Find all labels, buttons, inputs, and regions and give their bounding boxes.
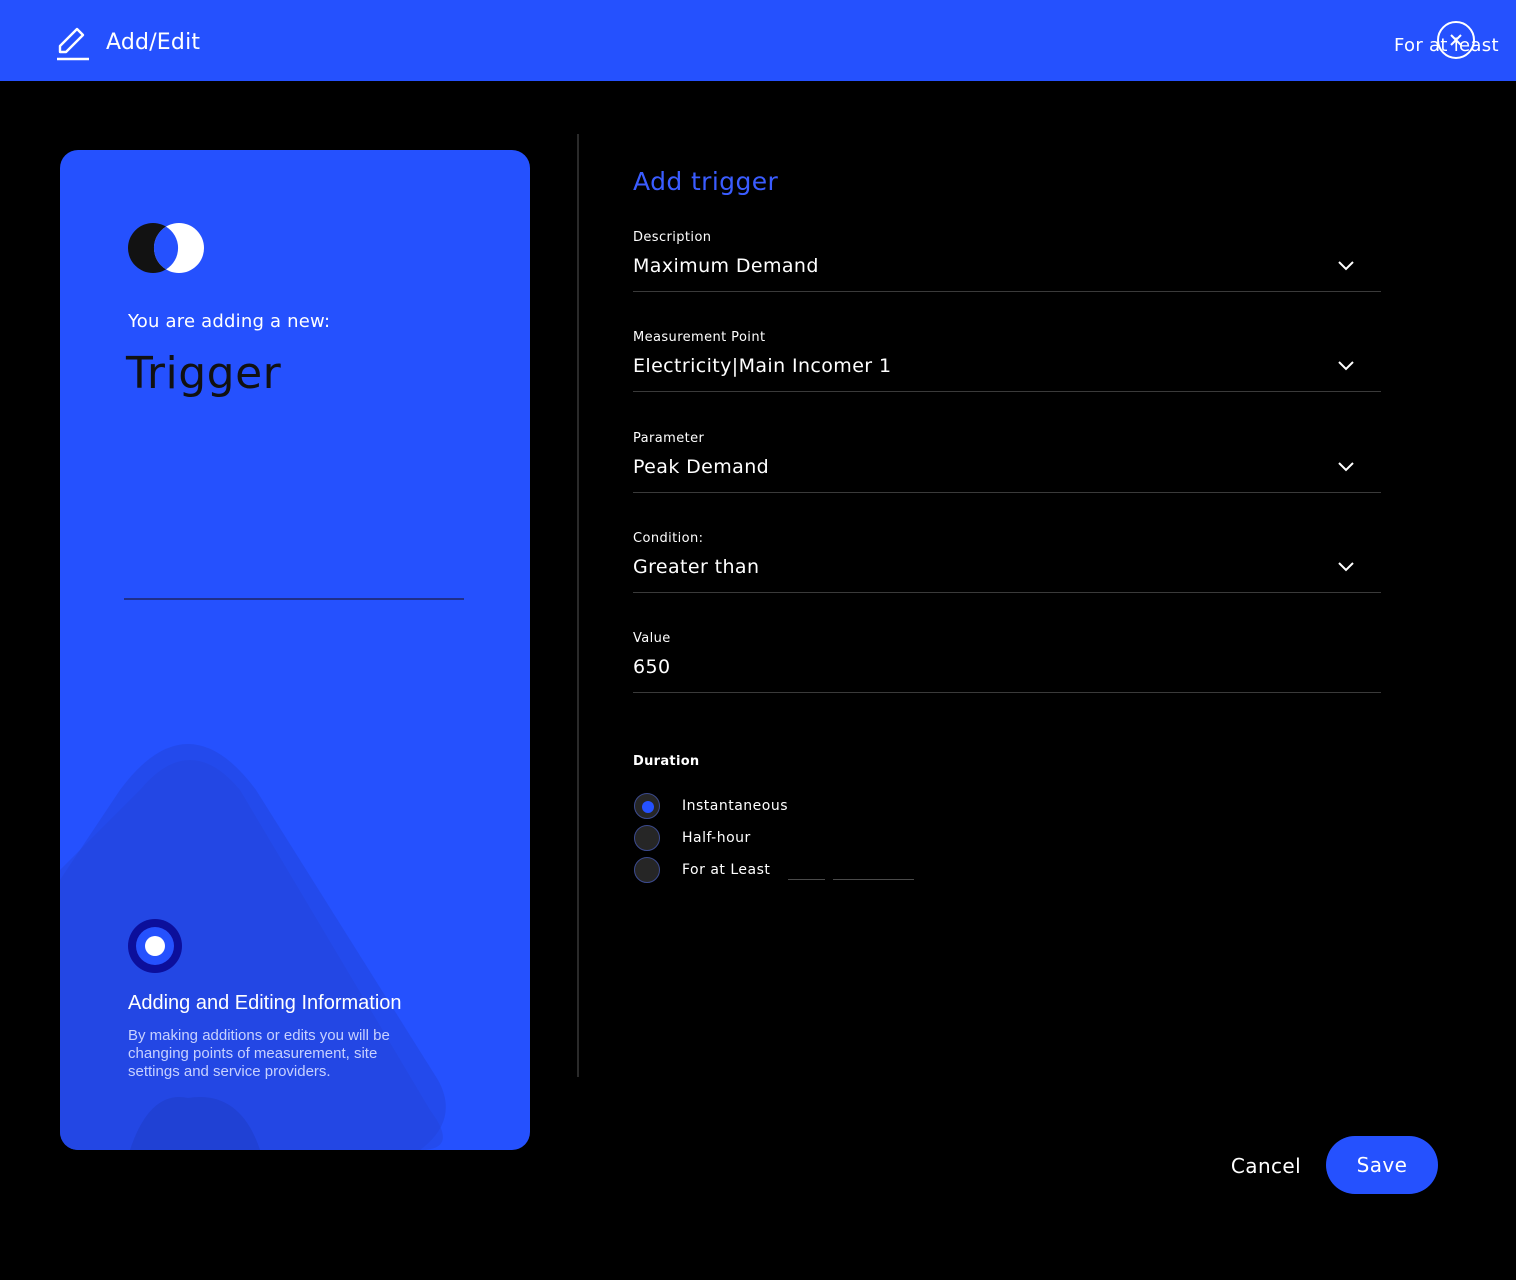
chevron-down-icon[interactable] [1336,459,1356,473]
adding-label: You are adding a new: [128,311,331,332]
duration-unit-input[interactable] [833,879,914,880]
info-title: Adding and Editing Information [128,992,402,1014]
field-value[interactable]: Peak Demand [633,455,769,479]
parameter-field[interactable]: Parameter Peak Demand [633,431,1381,531]
field-label: Measurement Point [633,330,766,345]
radio-label: For at Least [682,862,771,878]
radio-instantaneous[interactable]: Instantaneous [633,792,933,820]
field-underline [633,391,1381,392]
field-value[interactable]: Maximum Demand [633,254,819,278]
chevron-down-icon[interactable] [1336,559,1356,573]
duration-amount-input[interactable] [788,879,825,880]
value-field[interactable]: Value 650 [633,631,1381,731]
close-button[interactable] [1437,21,1475,59]
info-card: You are adding a new: Trigger Adding and… [60,150,530,1150]
field-label: Condition: [633,531,704,546]
vertical-divider [577,134,579,1077]
measurement-point-field[interactable]: Measurement Point Electricity|Main Incom… [633,330,1381,430]
radio-button[interactable] [634,793,660,819]
field-label: Value [633,631,671,646]
field-underline [633,492,1381,493]
description-field[interactable]: Description Maximum Demand [633,230,1381,330]
info-icon [128,919,182,973]
top-bar: Add/Edit For at least [0,0,1516,81]
field-value[interactable]: Greater than [633,555,759,579]
radio-selected-dot [642,801,654,813]
edit-icon [57,27,89,61]
form-title: Add trigger [633,167,779,196]
card-divider [124,598,464,600]
field-label: Parameter [633,431,705,446]
field-underline [633,592,1381,593]
radio-label: Half-hour [682,830,751,846]
save-button[interactable]: Save [1326,1136,1438,1194]
radio-button[interactable] [634,825,660,851]
page-title: Add/Edit [106,30,201,55]
condition-field[interactable]: Condition: Greater than [633,531,1381,631]
info-text: By making additions or edits you will be… [128,1027,390,1080]
field-underline [633,692,1381,693]
value-input[interactable]: 650 [633,655,670,679]
logo-icon [128,223,204,273]
field-value[interactable]: Electricity|Main Incomer 1 [633,354,891,378]
radio-half-hour[interactable]: Half-hour [633,824,933,852]
entity-name: Trigger [126,348,282,399]
field-label: Description [633,230,712,245]
chevron-down-icon[interactable] [1336,258,1356,272]
chevron-down-icon[interactable] [1336,358,1356,372]
radio-button[interactable] [634,857,660,883]
duration-title: Duration [633,754,700,769]
cancel-button[interactable]: Cancel [1216,1140,1316,1192]
radio-label: Instantaneous [682,798,789,814]
close-icon [1450,34,1462,46]
field-underline [633,291,1381,292]
